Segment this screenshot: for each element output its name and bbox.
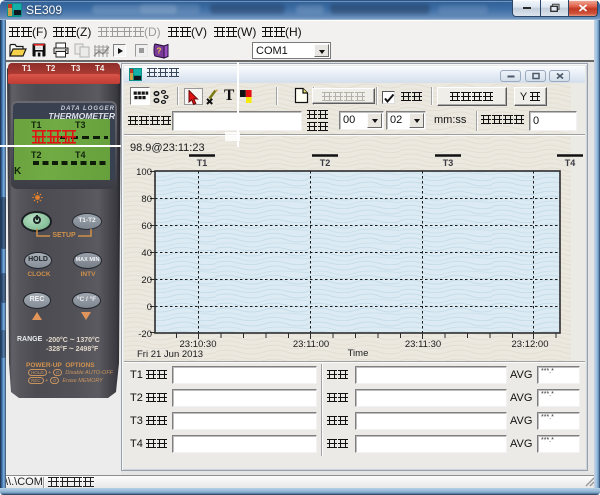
svg-text:0: 0 bbox=[147, 302, 152, 313]
svg-text:Time: Time bbox=[348, 348, 369, 359]
svg-text:60: 60 bbox=[141, 221, 152, 232]
svg-text:SETUP: SETUP bbox=[52, 232, 76, 238]
svg-text:98.9@23:11:23: 98.9@23:11:23 bbox=[130, 142, 205, 154]
svg-text:23:12:00: 23:12:00 bbox=[512, 339, 549, 350]
svg-text:80: 80 bbox=[141, 194, 152, 205]
svg-text:?: ? bbox=[157, 47, 162, 56]
svg-text:T3: T3 bbox=[443, 158, 454, 168]
svg-text:23:11:00: 23:11:00 bbox=[293, 339, 329, 350]
svg-text:-20: -20 bbox=[138, 329, 152, 340]
svg-text:T4: T4 bbox=[565, 158, 576, 168]
svg-text:20: 20 bbox=[141, 275, 152, 286]
svg-text:Fri 21 Jun 2013: Fri 21 Jun 2013 bbox=[137, 349, 203, 360]
svg-text:100: 100 bbox=[136, 167, 152, 178]
svg-text:40: 40 bbox=[141, 248, 152, 259]
svg-text:23:11:30: 23:11:30 bbox=[405, 339, 441, 350]
svg-text:T1: T1 bbox=[197, 158, 208, 168]
svg-text:T2: T2 bbox=[320, 158, 331, 168]
